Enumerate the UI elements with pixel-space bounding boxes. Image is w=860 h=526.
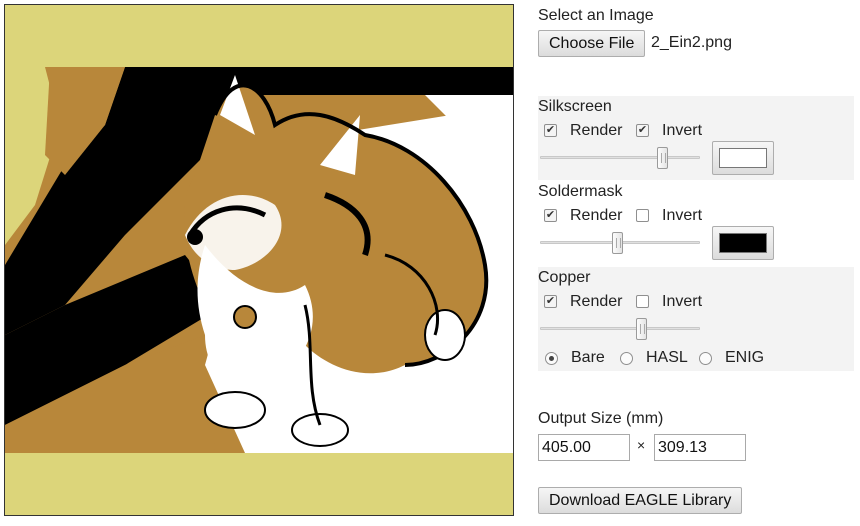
silkscreen-title: Silkscreen [538, 98, 612, 115]
download-eagle-library-button[interactable]: Download EAGLE Library [538, 487, 743, 514]
finish-radio-hasl[interactable] [620, 352, 633, 365]
soldermask-color-button[interactable] [712, 226, 774, 260]
pcb-preview [4, 4, 514, 516]
soldermask-invert-label: Invert [662, 207, 703, 224]
select-image-label: Select an Image [538, 7, 654, 24]
copper-slider-track[interactable] [540, 327, 700, 330]
copper-invert-checkbox[interactable] [636, 295, 649, 308]
output-height-input[interactable] [654, 434, 746, 461]
choose-file-button[interactable]: Choose File [538, 30, 646, 57]
finish-label-bare: Bare [571, 349, 605, 366]
soldermask-render-label: Render [570, 207, 623, 224]
copper-slider-thumb[interactable] [635, 318, 647, 340]
copper-group: Copper Render Invert Bare HASL ENIG [538, 267, 854, 371]
finish-radio-bare[interactable] [545, 352, 558, 365]
output-width-input[interactable] [538, 434, 630, 461]
copper-render-checkbox[interactable] [544, 295, 557, 308]
soldermask-slider-thumb[interactable] [611, 232, 623, 254]
silkscreen-render-label: Render [570, 122, 623, 139]
finish-radio-enig[interactable] [699, 352, 712, 365]
output-size-label: Output Size (mm) [538, 410, 664, 427]
soldermask-color-swatch [719, 233, 767, 253]
silkscreen-color-button[interactable] [712, 141, 774, 175]
silkscreen-group: Silkscreen Render Invert [538, 96, 854, 180]
silkscreen-invert-label: Invert [662, 122, 703, 139]
selected-filename: 2_Ein2.png [651, 34, 732, 51]
silkscreen-color-swatch [719, 148, 767, 168]
silkscreen-render-checkbox[interactable] [544, 124, 557, 137]
finish-label-hasl: HASL [646, 349, 688, 366]
copper-render-label: Render [570, 293, 623, 310]
finish-label-enig: ENIG [725, 349, 765, 366]
silkscreen-slider-track[interactable] [540, 156, 700, 159]
soldermask-title: Soldermask [538, 183, 623, 200]
soldermask-render-checkbox[interactable] [544, 209, 557, 222]
copper-invert-label: Invert [662, 293, 703, 310]
silkscreen-slider-thumb[interactable] [656, 147, 668, 169]
copper-title: Copper [538, 269, 591, 286]
soldermask-invert-checkbox[interactable] [636, 209, 649, 222]
corgi-pcb-image [5, 5, 513, 515]
size-separator: × [637, 437, 646, 453]
soldermask-group: Soldermask Render Invert [538, 181, 854, 265]
silkscreen-invert-checkbox[interactable] [636, 124, 649, 137]
